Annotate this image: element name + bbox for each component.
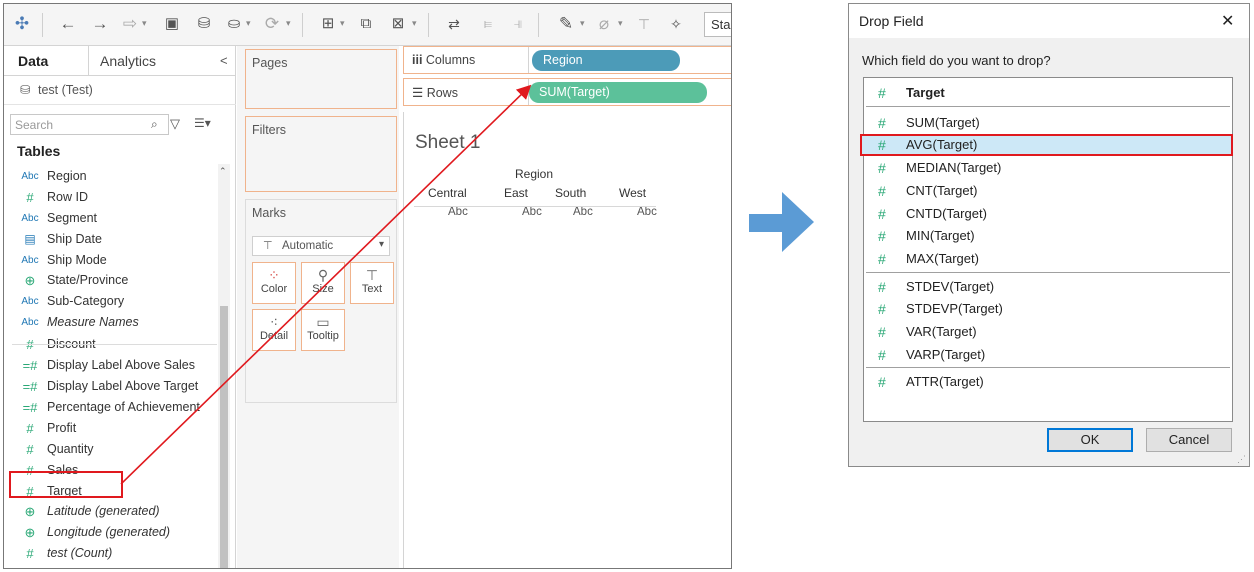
option-label: STDEV(Target) — [906, 278, 995, 294]
drop-option[interactable]: # STDEVP(Target) — [864, 298, 1232, 320]
option-label: AVG(Target) — [906, 137, 978, 153]
option-label: MAX(Target) — [906, 250, 979, 266]
measure-icon: # — [878, 160, 886, 177]
drop-option[interactable]: # MEDIAN(Target) — [864, 157, 1232, 179]
drop-option[interactable]: # VAR(Target) — [864, 321, 1232, 343]
close-icon[interactable]: ✕ — [1221, 11, 1234, 31]
drop-option[interactable]: # MIN(Target) — [864, 225, 1232, 247]
dialog-prompt: Which field do you want to drop? — [862, 53, 1051, 68]
drop-option[interactable]: # MAX(Target) — [864, 248, 1232, 270]
measure-icon: # — [878, 250, 886, 267]
measure-icon: # — [878, 205, 886, 222]
transition-arrow-icon — [749, 192, 814, 252]
measure-icon: # — [878, 374, 886, 391]
drop-option[interactable]: # SUM(Target) — [864, 112, 1232, 134]
option-label: SUM(Target) — [906, 114, 980, 130]
measure-icon: # — [878, 137, 886, 154]
option-group-divider — [866, 271, 1230, 273]
drop-options-list[interactable]: # Target # SUM(Target) # AVG(Target) # MEDIAN(T… — [860, 77, 1233, 422]
drop-option[interactable]: # CNT(Target) — [864, 180, 1232, 202]
option-label: ATTR(Target) — [906, 374, 984, 390]
measure-icon: # — [878, 301, 886, 318]
resize-grip-icon[interactable]: ⋰ — [1237, 454, 1246, 465]
option-label: Target — [906, 85, 945, 100]
drop-field-dialog: Drop Field ✕ Which field do you want to … — [848, 3, 1250, 467]
selected-option[interactable]: # AVG(Target) — [860, 134, 1233, 157]
measure-icon: # — [878, 228, 886, 245]
option-label: CNT(Target) — [906, 182, 978, 198]
measure-icon: # — [878, 114, 886, 131]
option-label: CNTD(Target) — [906, 205, 987, 221]
option-label: MIN(Target) — [906, 228, 975, 244]
option-label: VAR(Target) — [906, 324, 977, 339]
cancel-button[interactable]: Cancel — [1146, 428, 1232, 452]
ok-button[interactable]: OK — [1047, 428, 1133, 452]
measure-icon: # — [878, 324, 886, 340]
drop-option[interactable]: # CNTD(Target) — [864, 203, 1232, 225]
target-highlight-box — [9, 471, 123, 498]
dialog-title: Drop Field — [859, 13, 924, 29]
measure-icon: # — [878, 85, 886, 101]
drag-arrow — [120, 84, 532, 485]
drop-option[interactable]: # VARP(Target) — [864, 344, 1232, 366]
option-label: VARP(Target) — [906, 346, 986, 362]
option-label: STDEVP(Target) — [906, 301, 1003, 317]
drop-option[interactable]: # Target — [864, 82, 1232, 104]
option-group-divider — [866, 105, 1230, 107]
measure-icon: # — [878, 346, 886, 363]
option-label: MEDIAN(Target) — [906, 160, 1002, 176]
measure-icon: # — [878, 278, 886, 295]
dialog-titlebar: Drop Field ✕ — [849, 4, 1249, 38]
drop-option[interactable]: # ATTR(Target) — [864, 371, 1232, 393]
drop-option[interactable]: # STDEV(Target) — [864, 276, 1232, 298]
option-group-divider — [866, 367, 1230, 369]
measure-icon: # — [878, 182, 886, 199]
